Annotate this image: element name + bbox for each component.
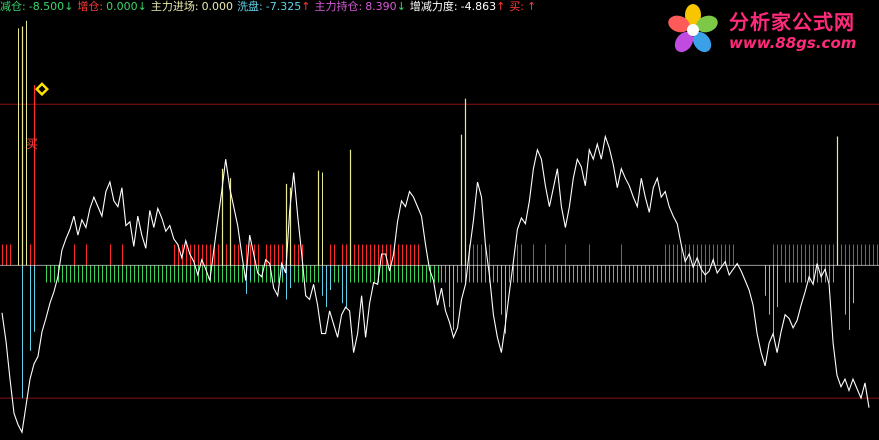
legend-value: 8.390: [365, 0, 397, 13]
watermark-title: 分析家公式网: [729, 6, 855, 35]
legend-label: 增减力度:: [410, 0, 458, 13]
spikes-layer: [23, 27, 838, 266]
legend-label: 主力持仓:: [314, 0, 362, 13]
legend-item: 减仓:-8.500↓: [0, 0, 73, 13]
line-layer: [2, 137, 869, 433]
signal-layer: 买: [26, 82, 49, 151]
legend-value: -7.325: [266, 0, 301, 13]
indicator-legend: 减仓:-8.500↓增仓:0.000↓主力进场:0.000洗盘:-7.325↑主…: [0, 0, 540, 14]
legend-arrow-icon: ↓: [397, 0, 406, 13]
legend-value: 0.000: [106, 0, 138, 13]
legend-value: 0.000: [202, 0, 234, 13]
legend-item: 主力进场:0.000: [151, 0, 233, 13]
legend-arrow-icon: ↑: [301, 0, 310, 13]
indicator-chart: 买: [0, 0, 879, 436]
legend-item: 洗盘:-7.325↑: [237, 0, 310, 13]
legend-arrow-icon: ↑: [496, 0, 505, 13]
watermark-url: www.88gs.com: [729, 34, 856, 52]
series-line: [2, 137, 869, 433]
legend-arrow-icon: ↑: [527, 0, 536, 13]
legend-arrow-icon: ↓: [64, 0, 73, 13]
buy-signal-label: 买: [26, 137, 38, 151]
legend-value: -8.500: [29, 0, 64, 13]
legend-label: 主力进场:: [151, 0, 199, 13]
chart-canvas: 买: [0, 0, 879, 436]
legend-value: -4.863: [461, 0, 496, 13]
legend-arrow-icon: ↓: [138, 0, 147, 13]
legend-label: 洗盘:: [237, 0, 263, 13]
legend-item: 增减力度:-4.863↑: [410, 0, 505, 13]
watermark-logo: 分析家公式网 www.88gs.com: [659, 0, 873, 62]
legend-item: 主力持仓:8.390↓: [314, 0, 405, 13]
reference-lines: [0, 104, 879, 398]
legend-label: 减仓:: [0, 0, 26, 13]
legend-item: 增仓:0.000↓: [77, 0, 146, 13]
legend-label: 增仓:: [77, 0, 103, 13]
bars-layer: [3, 21, 879, 398]
legend-label: 买:: [509, 0, 524, 13]
legend-item: 买:↑: [509, 0, 536, 13]
